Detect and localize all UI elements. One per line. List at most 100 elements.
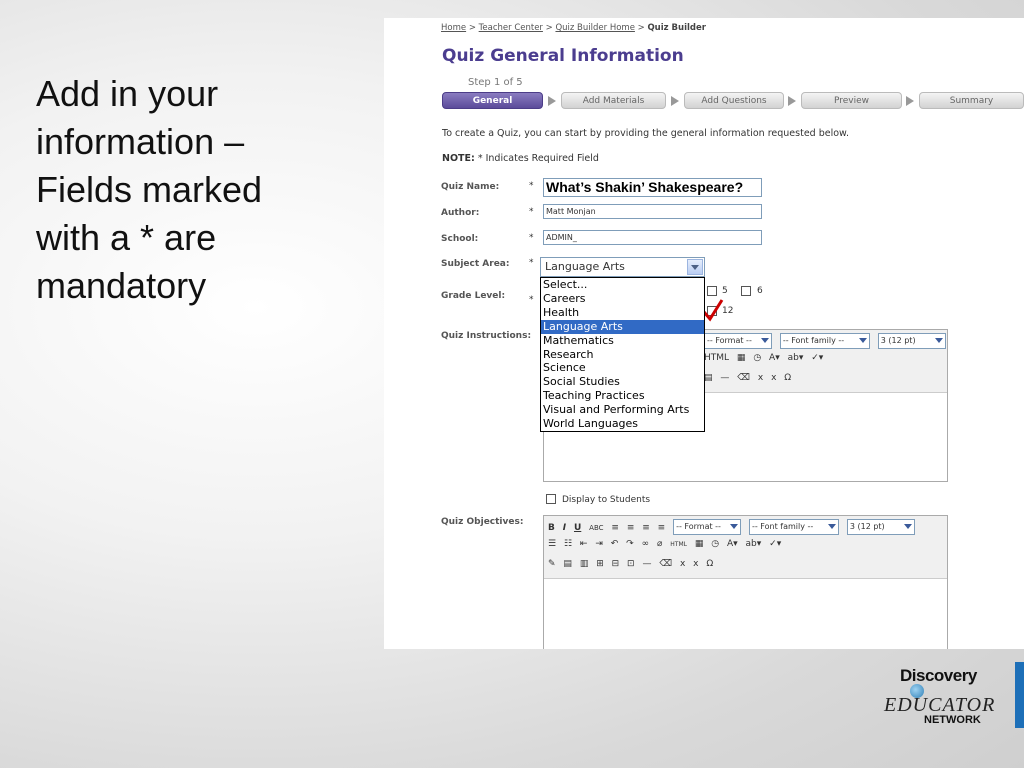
font-color-icon[interactable]: A▾ bbox=[769, 353, 780, 363]
indent-icon[interactable]: ⇥ bbox=[595, 539, 603, 549]
grade-5-checkbox[interactable] bbox=[707, 286, 717, 296]
quiz-name-input[interactable]: What’s Shakin’ Shakespeare? bbox=[543, 178, 762, 197]
step-add-questions[interactable]: Add Questions bbox=[684, 92, 784, 109]
breadcrumb-quiz-builder-home[interactable]: Quiz Builder Home bbox=[555, 23, 634, 33]
required-marker: * bbox=[529, 233, 534, 243]
author-input[interactable]: Matt Monjan bbox=[543, 204, 762, 219]
breadcrumb-teacher-center[interactable]: Teacher Center bbox=[479, 23, 543, 33]
hr-icon[interactable]: — bbox=[720, 373, 729, 383]
brand-bar bbox=[1015, 662, 1024, 728]
table-icon[interactable]: ▤ bbox=[563, 559, 572, 569]
insert-date-icon[interactable]: ▦ bbox=[737, 353, 746, 363]
font-size-select[interactable]: 3 (12 pt) bbox=[846, 519, 915, 535]
bold-icon[interactable]: B bbox=[548, 523, 555, 533]
font-family-select[interactable]: -- Font family -- bbox=[779, 333, 870, 349]
highlight-icon[interactable]: ab▾ bbox=[788, 353, 804, 363]
required-marker: * bbox=[529, 295, 534, 305]
eraser-icon[interactable]: ⌫ bbox=[737, 373, 750, 383]
superscript-icon[interactable]: x bbox=[771, 373, 776, 383]
subject-option[interactable]: World Languages bbox=[541, 417, 704, 431]
subject-option[interactable]: Select... bbox=[541, 278, 704, 292]
step-add-materials[interactable]: Add Materials bbox=[561, 92, 666, 109]
align-right-icon[interactable]: ≡ bbox=[642, 523, 650, 533]
font-family-select[interactable]: -- Font family -- bbox=[748, 519, 839, 535]
quiz-objectives-label: Quiz Objectives: bbox=[441, 517, 524, 527]
table-icon[interactable]: ▤ bbox=[704, 373, 713, 383]
subject-option-selected[interactable]: Language Arts bbox=[541, 319, 704, 334]
html-icon[interactable]: HTML bbox=[670, 541, 687, 548]
merge-cells-icon[interactable]: ⊡ bbox=[627, 559, 635, 569]
omega-icon[interactable]: Ω bbox=[784, 373, 791, 383]
subject-area-select[interactable]: Language Arts bbox=[540, 257, 705, 277]
justify-icon[interactable]: ≡ bbox=[658, 523, 666, 533]
grade-5-label: 5 bbox=[722, 286, 728, 296]
quiz-instructions-label: Quiz Instructions: bbox=[441, 331, 532, 341]
editor-toolbar: B I U ABC ≡ ≡ ≡ ≡ -- Format -- -- Font f… bbox=[544, 516, 947, 579]
subject-option[interactable]: Visual and Performing Arts bbox=[541, 403, 704, 417]
clock-icon[interactable]: ◷ bbox=[753, 353, 761, 363]
edit-icon[interactable]: ✎ bbox=[548, 559, 556, 569]
breadcrumb-home[interactable]: Home bbox=[441, 23, 466, 33]
grade-12-label: 12 bbox=[722, 306, 734, 316]
spellcheck-icon[interactable]: ✓▾ bbox=[769, 539, 781, 549]
font-size-select[interactable]: 3 (12 pt) bbox=[877, 333, 946, 349]
clock-icon[interactable]: ◷ bbox=[711, 539, 719, 549]
spellcheck-icon[interactable]: ✓▾ bbox=[811, 353, 823, 363]
highlight-icon[interactable]: ab▾ bbox=[746, 539, 762, 549]
bullet-list-icon[interactable]: ☰ bbox=[548, 539, 556, 549]
logo-network-text: NETWORK bbox=[924, 714, 981, 726]
superscript-icon[interactable]: x bbox=[693, 559, 698, 569]
insert-row-icon[interactable]: ⊞ bbox=[596, 559, 604, 569]
subject-option[interactable]: Social Studies bbox=[541, 375, 704, 389]
italic-icon[interactable]: I bbox=[563, 523, 566, 533]
subject-option[interactable]: Mathematics bbox=[541, 334, 704, 348]
font-color-icon[interactable]: A▾ bbox=[727, 539, 738, 549]
subject-option[interactable]: Teaching Practices bbox=[541, 389, 704, 403]
strikethrough-icon[interactable]: ABC bbox=[589, 524, 603, 532]
wizard-steps: General Information Add Materials Add Qu… bbox=[442, 92, 1024, 123]
subject-option[interactable]: Science bbox=[541, 361, 704, 375]
step-preview[interactable]: Preview bbox=[801, 92, 902, 109]
step-general-information[interactable]: General Information bbox=[442, 92, 543, 123]
chevron-down-icon[interactable] bbox=[687, 259, 703, 275]
underline-icon[interactable]: U bbox=[574, 523, 581, 533]
breadcrumb: Home > Teacher Center > Quiz Builder Hom… bbox=[441, 23, 706, 33]
logo-discovery-text: Discovery bbox=[900, 666, 977, 685]
grade-level-label: Grade Level: bbox=[441, 291, 506, 301]
unlink-icon[interactable]: ⌀ bbox=[657, 539, 662, 549]
redo-icon[interactable]: ↷ bbox=[626, 539, 634, 549]
format-select[interactable]: -- Format -- bbox=[704, 333, 772, 349]
align-center-icon[interactable]: ≡ bbox=[627, 523, 635, 533]
table-props-icon[interactable]: ▥ bbox=[580, 559, 589, 569]
step-summary[interactable]: Summary bbox=[919, 92, 1024, 109]
arrow-right-icon bbox=[671, 96, 679, 106]
quiz-builder-screenshot: Home > Teacher Center > Quiz Builder Hom… bbox=[384, 18, 1024, 649]
format-select[interactable]: -- Format -- bbox=[673, 519, 742, 535]
insert-date-icon[interactable]: ▦ bbox=[695, 539, 704, 549]
subscript-icon[interactable]: x bbox=[758, 373, 763, 383]
subject-option[interactable]: Careers bbox=[541, 292, 704, 306]
subscript-icon[interactable]: x bbox=[680, 559, 685, 569]
display-to-students-label: Display to Students bbox=[562, 495, 651, 505]
arrow-right-icon bbox=[548, 96, 556, 106]
grade-6-checkbox[interactable] bbox=[741, 286, 751, 296]
numbered-list-icon[interactable]: ☷ bbox=[564, 539, 572, 549]
html-icon[interactable]: HTML bbox=[704, 353, 729, 363]
subject-option[interactable]: Research bbox=[541, 348, 704, 362]
subject-option[interactable]: Health bbox=[541, 306, 704, 320]
omega-icon[interactable]: Ω bbox=[706, 559, 713, 569]
undo-icon[interactable]: ↶ bbox=[611, 539, 619, 549]
delete-row-icon[interactable]: ⊟ bbox=[612, 559, 620, 569]
outdent-icon[interactable]: ⇤ bbox=[580, 539, 588, 549]
intro-text: To create a Quiz, you can start by provi… bbox=[442, 128, 849, 139]
quiz-objectives-editor[interactable]: B I U ABC ≡ ≡ ≡ ≡ -- Format -- -- Font f… bbox=[543, 515, 948, 649]
arrow-right-icon bbox=[788, 96, 796, 106]
hr-icon[interactable]: — bbox=[642, 559, 651, 569]
align-left-icon[interactable]: ≡ bbox=[611, 523, 619, 533]
link-icon[interactable]: ∞ bbox=[642, 539, 650, 549]
eraser-icon[interactable]: ⌫ bbox=[659, 559, 672, 569]
school-input[interactable]: ADMIN_ bbox=[543, 230, 762, 245]
required-marker: * bbox=[529, 207, 534, 217]
display-to-students-checkbox[interactable] bbox=[546, 494, 556, 504]
subject-area-dropdown: Select... Careers Health Language Arts M… bbox=[540, 277, 705, 432]
